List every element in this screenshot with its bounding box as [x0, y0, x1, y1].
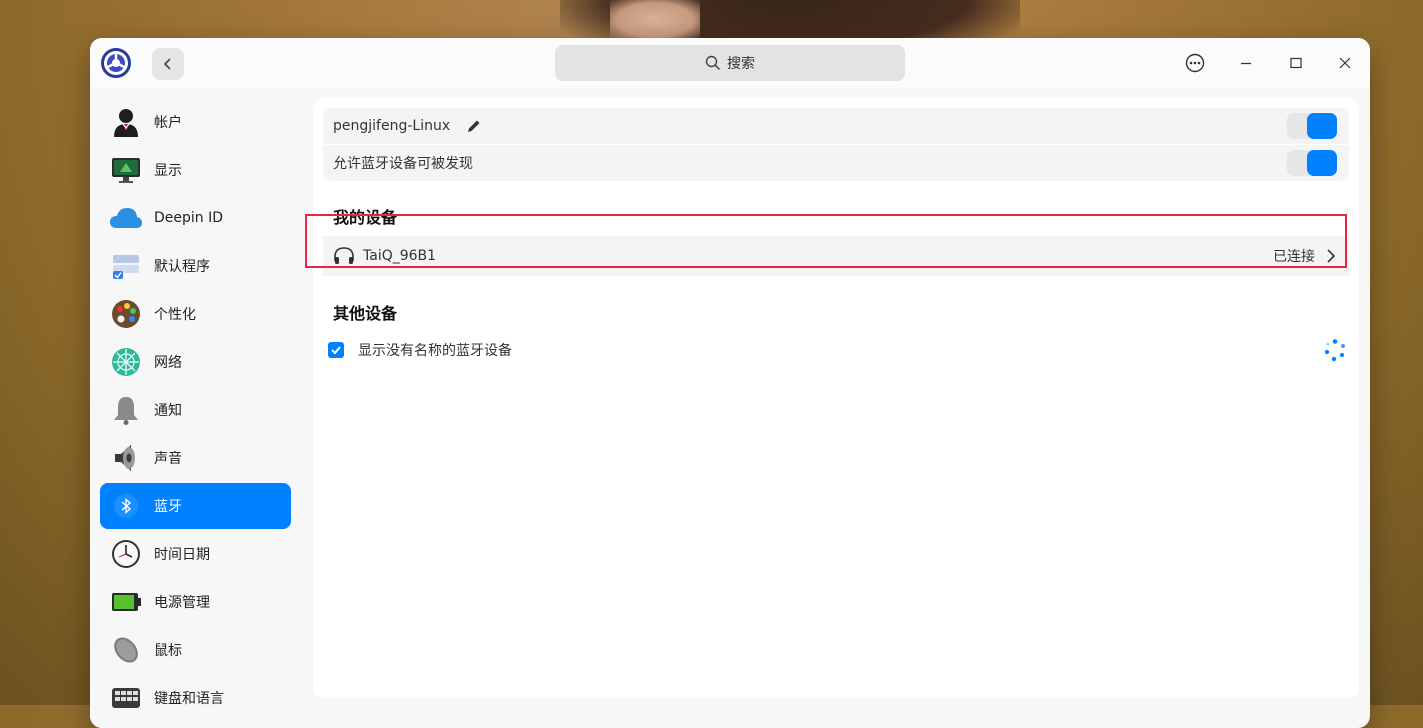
- close-button[interactable]: [1333, 51, 1357, 75]
- minimize-icon: [1241, 62, 1251, 65]
- sidebar-item-sound[interactable]: 声音: [100, 435, 291, 481]
- clock-icon: [108, 536, 144, 572]
- sidebar-item-bluetooth[interactable]: 蓝牙: [100, 483, 291, 529]
- app-logo-icon: [101, 48, 131, 78]
- search-input[interactable]: 搜索: [555, 45, 905, 81]
- search-icon: [705, 55, 721, 71]
- sidebar-item-label: 通知: [154, 403, 182, 419]
- show-unnamed-option[interactable]: 显示没有名称的蓝牙设备: [328, 340, 512, 360]
- sidebar-item-label: 个性化: [154, 307, 196, 323]
- discoverable-toggle[interactable]: [1287, 150, 1337, 176]
- sidebar-item-mouse[interactable]: 鼠标: [100, 627, 291, 673]
- minimize-button[interactable]: [1234, 51, 1258, 75]
- cloud-icon: [108, 200, 144, 236]
- discoverable-label: 允许蓝牙设备可被发现: [333, 156, 473, 172]
- discoverable-row: 允许蓝牙设备可被发现: [323, 145, 1349, 181]
- sidebar-item-personalization[interactable]: 个性化: [100, 291, 291, 337]
- account-icon: [108, 104, 144, 140]
- sidebar-item-label: 鼠标: [154, 643, 182, 659]
- sidebar-item-datetime[interactable]: 时间日期: [100, 531, 291, 577]
- sidebar-item-deepin-id[interactable]: Deepin ID: [100, 195, 291, 241]
- palette-icon: [108, 296, 144, 332]
- sidebar-item-power[interactable]: 电源管理: [100, 579, 291, 625]
- control-center-window: 搜索 帐户 显示 Deepin ID 默认程序 个性化 网络 通知 声音 蓝牙 …: [90, 38, 1370, 728]
- sidebar-item-label: 电源管理: [154, 595, 210, 611]
- sidebar-item-label: 帐户: [154, 115, 182, 131]
- default-apps-icon: [108, 248, 144, 284]
- sidebar-item-default-apps[interactable]: 默认程序: [100, 243, 291, 289]
- other-devices-title: 其他设备: [333, 304, 398, 323]
- maximize-button[interactable]: [1284, 51, 1308, 75]
- device-name-row: pengjifeng-Linux: [323, 108, 1349, 144]
- bell-icon: [108, 392, 144, 428]
- bluetooth-panel: pengjifeng-Linux 允许蓝牙设备可被发现 我的设备 TaiQ_96…: [313, 98, 1359, 698]
- titlebar: 搜索: [90, 38, 1370, 88]
- monitor-icon: [108, 152, 144, 188]
- checkmark-icon: [331, 346, 341, 355]
- sidebar-item-display[interactable]: 显示: [100, 147, 291, 193]
- bluetooth-power-toggle[interactable]: [1287, 113, 1337, 139]
- loading-spinner-icon: [1324, 339, 1345, 362]
- sidebar-item-keyboard[interactable]: 键盘和语言: [100, 675, 291, 721]
- show-unnamed-checkbox[interactable]: [328, 342, 344, 358]
- device-name-label: pengjifeng-Linux: [333, 118, 451, 134]
- sidebar-item-label: 网络: [154, 355, 182, 371]
- search-placeholder: 搜索: [727, 56, 755, 72]
- keyboard-icon: [108, 680, 144, 716]
- sidebar-item-label: 键盘和语言: [154, 691, 224, 707]
- toggle-knob: [1307, 150, 1337, 176]
- sidebar-item-label: 声音: [154, 451, 182, 467]
- sidebar-item-accounts[interactable]: 帐户: [100, 99, 291, 145]
- highlight-frame: [305, 214, 1347, 268]
- chevron-left-icon: [163, 58, 171, 70]
- toggle-knob: [1307, 113, 1337, 139]
- show-unnamed-label: 显示没有名称的蓝牙设备: [358, 343, 512, 359]
- speaker-icon: [108, 440, 144, 476]
- sidebar-item-label: 默认程序: [154, 259, 210, 275]
- sidebar-item-network[interactable]: 网络: [100, 339, 291, 385]
- more-icon: [1185, 53, 1205, 73]
- maximize-icon: [1290, 57, 1302, 69]
- battery-icon: [108, 584, 144, 620]
- close-icon: [1339, 57, 1351, 69]
- wallpaper-hand: [610, 0, 700, 40]
- back-button[interactable]: [152, 48, 184, 80]
- mouse-icon: [108, 632, 144, 668]
- edit-pencil-icon[interactable]: [466, 118, 482, 134]
- sidebar-item-label: 蓝牙: [154, 499, 182, 515]
- sidebar-item-label: 显示: [154, 163, 182, 179]
- bluetooth-icon: [108, 488, 144, 524]
- main-menu-button[interactable]: [1183, 51, 1207, 75]
- sidebar-item-label: 时间日期: [154, 547, 210, 563]
- sidebar: 帐户 显示 Deepin ID 默认程序 个性化 网络 通知 声音 蓝牙 时间日…: [90, 88, 302, 728]
- sidebar-item-label: Deepin ID: [154, 210, 224, 226]
- sidebar-item-notifications[interactable]: 通知: [100, 387, 291, 433]
- network-icon: [108, 344, 144, 380]
